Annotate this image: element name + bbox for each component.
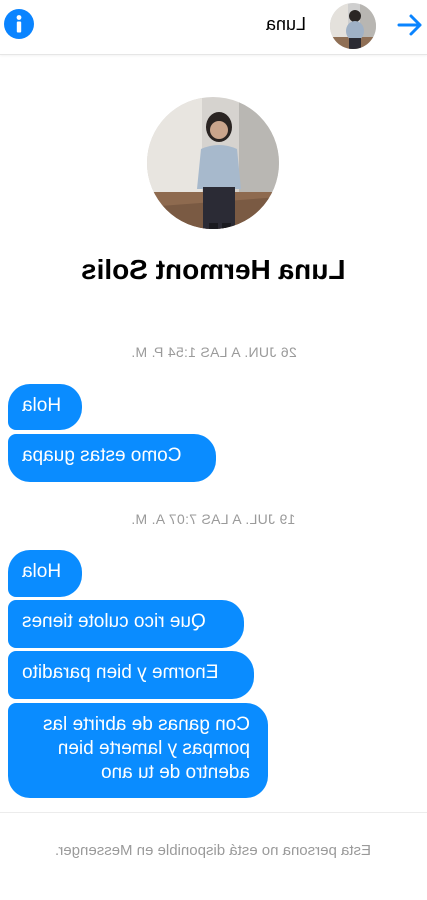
unavailable-notice: Esta persona no está disponible en Messe… bbox=[55, 842, 372, 859]
message-bubble[interactable]: Que rico culote tienes bbox=[8, 600, 244, 648]
message-bubble[interactable]: Enorme y bien paradito bbox=[8, 651, 254, 699]
info-icon[interactable] bbox=[4, 9, 34, 39]
message-bubble[interactable]: Hola bbox=[8, 384, 82, 430]
message-bubble[interactable]: Con ganas de abrirte las pompas y lamert… bbox=[8, 703, 268, 798]
back-arrow-icon[interactable] bbox=[395, 10, 425, 40]
message-bubble[interactable]: Como estas guapa bbox=[8, 434, 216, 482]
profile-avatar[interactable] bbox=[147, 97, 279, 229]
timestamp: 26 JUN. A LAS 1:54 P. M. bbox=[130, 344, 297, 360]
timestamp: 19 JUL. A LAS 7:07 A. M. bbox=[131, 511, 296, 527]
profile-full-name: Luna Hermont Solis bbox=[81, 254, 346, 285]
header-avatar[interactable] bbox=[330, 3, 376, 49]
message-bubble[interactable]: Hola bbox=[8, 550, 82, 597]
footer-divider bbox=[0, 812, 427, 813]
messenger-chat-screen: Luna Luna Hermont Solis 26 JUN. A LAS 1:… bbox=[0, 0, 427, 900]
header-contact-name[interactable]: Luna bbox=[266, 14, 306, 35]
chat-header: Luna bbox=[0, 0, 427, 55]
